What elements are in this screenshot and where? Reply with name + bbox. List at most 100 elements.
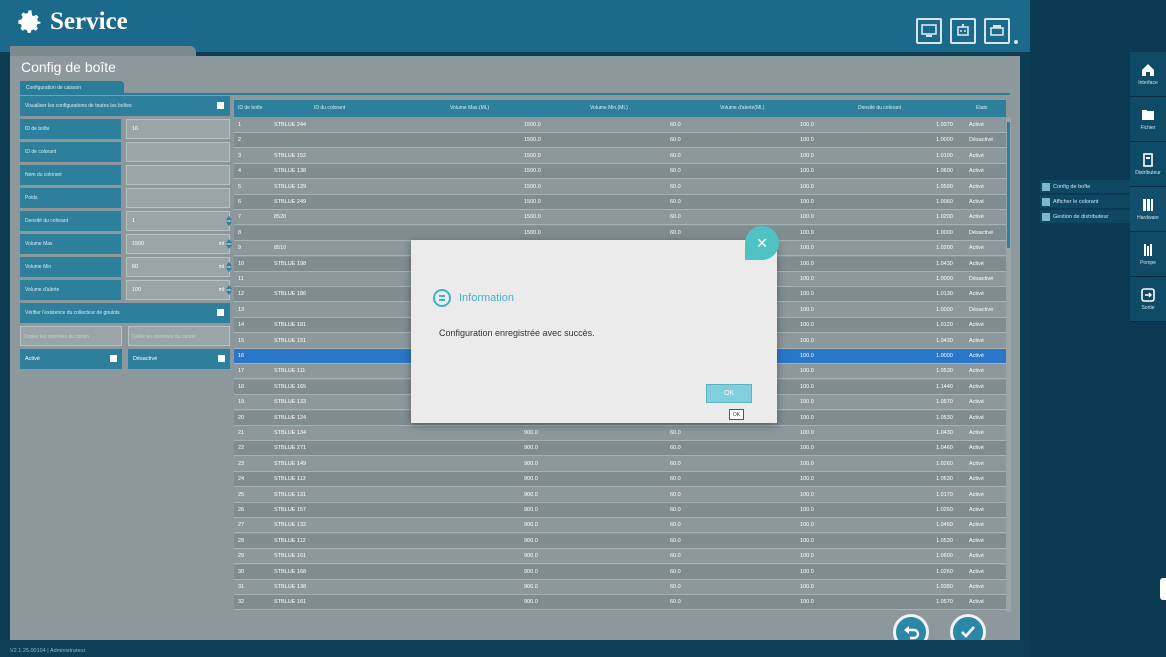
monitor-icon[interactable]: [916, 18, 942, 44]
submenu-label: Afficher le colorant: [1053, 198, 1099, 205]
colorant-id-input[interactable]: [126, 142, 230, 162]
field-label: Poids: [20, 188, 121, 208]
density-stepper[interactable]: [226, 214, 232, 230]
copy-data-button[interactable]: Copier les données du canon: [20, 326, 122, 346]
nav-sortie[interactable]: Sortie: [1130, 277, 1166, 322]
table-cell: 1.0200: [936, 214, 953, 221]
table-cell: 13: [238, 306, 245, 313]
table-cell: 100.0: [800, 245, 814, 252]
rail-handle[interactable]: [1160, 578, 1166, 600]
table-cell: 900.0: [524, 522, 538, 529]
table-row[interactable]: 29 STBLUE 161 900.0 60.0 100.0 1.0600 Activé: [234, 549, 1006, 565]
table-row[interactable]: 21 STBLUE 134 900.0 60.0 100.0 1.0430 Activé: [234, 426, 1006, 441]
dispenser-icon: [1042, 212, 1050, 221]
table-cell: 60.0: [670, 137, 681, 144]
verify-collector-toggle[interactable]: Vérifier l'existence du collecteur de go…: [20, 303, 230, 323]
table-row[interactable]: 32 STBLUE 161 900.0 60.0 100.0 1.0570 Activé: [234, 595, 1006, 611]
table-cell: 100.0: [800, 276, 814, 282]
printer-icon[interactable]: [984, 18, 1010, 44]
table-cell: 900.0: [524, 491, 538, 498]
table-cell: STBLUE 112: [274, 537, 306, 544]
table-row[interactable]: 27 STBLUE 132 900.0 60.0 100.0 1.0450 Activé: [234, 518, 1006, 534]
volume-max-stepper[interactable]: [226, 237, 232, 253]
table-cell: 100.0: [800, 522, 814, 529]
table-cell: 100.0: [800, 122, 814, 128]
inactive-select[interactable]: Désactivé: [128, 349, 230, 369]
density-input[interactable]: 1: [126, 211, 232, 231]
table-cell: 900.0: [524, 568, 538, 575]
column-header[interactable]: Volume d'alerte(ML): [720, 105, 765, 111]
column-header[interactable]: Volume Min.(ML): [590, 105, 628, 111]
table-row[interactable]: 4 STBLUE 138 1500.0 60.0 100.0 1.0600 Activé: [234, 164, 1006, 180]
nav-pompe[interactable]: Pompe: [1130, 232, 1166, 277]
nav-distributeur[interactable]: Distributeur: [1130, 142, 1166, 187]
table-row[interactable]: 3 STBLUE 152 1500.0 60.0 100.0 1.0100 Activé: [234, 149, 1006, 164]
table-cell: 100.0: [800, 322, 814, 329]
table-cell: 17: [238, 368, 245, 375]
paste-data-button[interactable]: Coller les données du canon: [128, 326, 230, 346]
nav-hardware[interactable]: Hardware: [1130, 187, 1166, 232]
column-header[interactable]: ID de boîte: [238, 105, 262, 111]
table-row[interactable]: 1 STBLUE 244 1500.0 60.0 100.0 1.0370 Activé: [234, 118, 1006, 133]
column-header[interactable]: Densité du colorant: [858, 105, 901, 111]
submenu-afficher-colorant[interactable]: Afficher le colorant: [1040, 195, 1130, 208]
table-cell: 1500.0: [524, 152, 541, 159]
volume-alert-stepper[interactable]: [226, 283, 232, 299]
close-icon[interactable]: ✕: [745, 226, 779, 260]
table-row[interactable]: 2 1500.0 60.0 100.0 1.0000 Désactivé: [234, 133, 1006, 149]
table-row[interactable]: 7 8520 1500.0 60.0 100.0 1.0200 Activé: [234, 210, 1006, 226]
table-row[interactable]: 6 STBLUE 249 1500.0 60.0 100.0 1.0060 Activé: [234, 195, 1006, 210]
table-cell: STBLUE 157: [274, 507, 307, 513]
ok-button[interactable]: OK: [706, 384, 752, 403]
table-row[interactable]: 5 STBLUE 129 1500.0 60.0 100.0 1.0590 Activé: [234, 180, 1006, 195]
field-row: Poids: [20, 188, 230, 208]
scrollbar-thumb[interactable]: [1007, 122, 1010, 248]
visualize-all-toggle[interactable]: Visualiser les configurations de toutes …: [20, 96, 230, 116]
nav-fichier[interactable]: Fichier: [1130, 97, 1166, 142]
field-unit: ml: [218, 264, 224, 270]
hardware-icon: [1143, 199, 1153, 211]
submenu-config-boite[interactable]: Config de boîte: [1040, 180, 1130, 193]
box-id-input[interactable]: 16: [126, 119, 230, 139]
robot-icon[interactable]: [950, 18, 976, 44]
volume-min-stepper[interactable]: [226, 260, 232, 276]
table-row[interactable]: 26 STBLUE 157 900.0 60.0 100.0 1.0260 Activé: [234, 503, 1006, 518]
column-header[interactable]: Etats: [976, 105, 987, 111]
table-row[interactable]: 22 STBLUE 271 900.0 60.0 100.0 1.0460 Activé: [234, 441, 1006, 457]
table-cell: STBLUE 161: [274, 553, 307, 560]
colorant-icon: [1042, 197, 1050, 206]
table-row[interactable]: 31 STBLUE 138 900.0 60.0 100.0 1.0380 Activé: [234, 580, 1006, 595]
table-cell: 60.0: [670, 476, 681, 483]
chevron-down-icon: [218, 355, 225, 362]
table-cell: 900.0: [524, 476, 538, 483]
table-row[interactable]: 23 STBLUE 149 900.0 60.0 100.0 1.0260 Activé: [234, 457, 1006, 472]
table-cell: Activé: [969, 599, 984, 606]
table-row[interactable]: 24 STBLUE 113 900.0 60.0 100.0 1.0630 Activé: [234, 472, 1006, 488]
table-cell: 5: [238, 183, 242, 190]
weight-input[interactable]: [126, 188, 230, 208]
copy-paste-buttons: Copier les données du canon Coller les d…: [20, 326, 230, 346]
colorant-name-input[interactable]: [126, 165, 230, 185]
table-row[interactable]: 30 STBLUE 168 900.0 60.0 100.0 1.0260 Activé: [234, 564, 1006, 580]
volume-alert-input[interactable]: 100 ml: [126, 280, 232, 300]
active-select[interactable]: Activé: [20, 349, 122, 369]
app-title: Service: [50, 8, 128, 35]
table-cell: 8520: [274, 214, 287, 221]
table-cell: STBLUE 131: [274, 491, 307, 498]
volume-max-input[interactable]: 1500 ml: [126, 234, 232, 254]
column-header[interactable]: ID du colorant: [314, 105, 345, 111]
column-header[interactable]: Volume Max.(ML): [450, 105, 489, 111]
nav-interface[interactable]: Interface: [1130, 52, 1166, 97]
table-row[interactable]: 28 STBLUE 112 900.0 60.0 100.0 1.0530 Activé: [234, 533, 1006, 549]
table-row[interactable]: 25 STBLUE 131 900.0 60.0 100.0 1.0170 Activé: [234, 488, 1006, 503]
table-header: ID de boîte ID du colorant Volume Max.(M…: [234, 100, 1006, 117]
exit-icon: [1141, 288, 1155, 302]
volume-min-input[interactable]: 60 ml: [126, 257, 232, 277]
submenu-gestion-distributeur[interactable]: Gestion de distributeur: [1040, 210, 1130, 223]
table-row[interactable]: 8 1500.0 60.0 100.0 1.0000 Désactivé: [234, 225, 1006, 241]
table-cell: STBLUE 186: [274, 291, 307, 298]
verify-checkbox[interactable]: [217, 309, 224, 316]
table-cell: STBLUE 133: [274, 399, 307, 406]
table-cell: Activé: [969, 568, 984, 575]
visualize-checkbox[interactable]: [217, 102, 224, 109]
